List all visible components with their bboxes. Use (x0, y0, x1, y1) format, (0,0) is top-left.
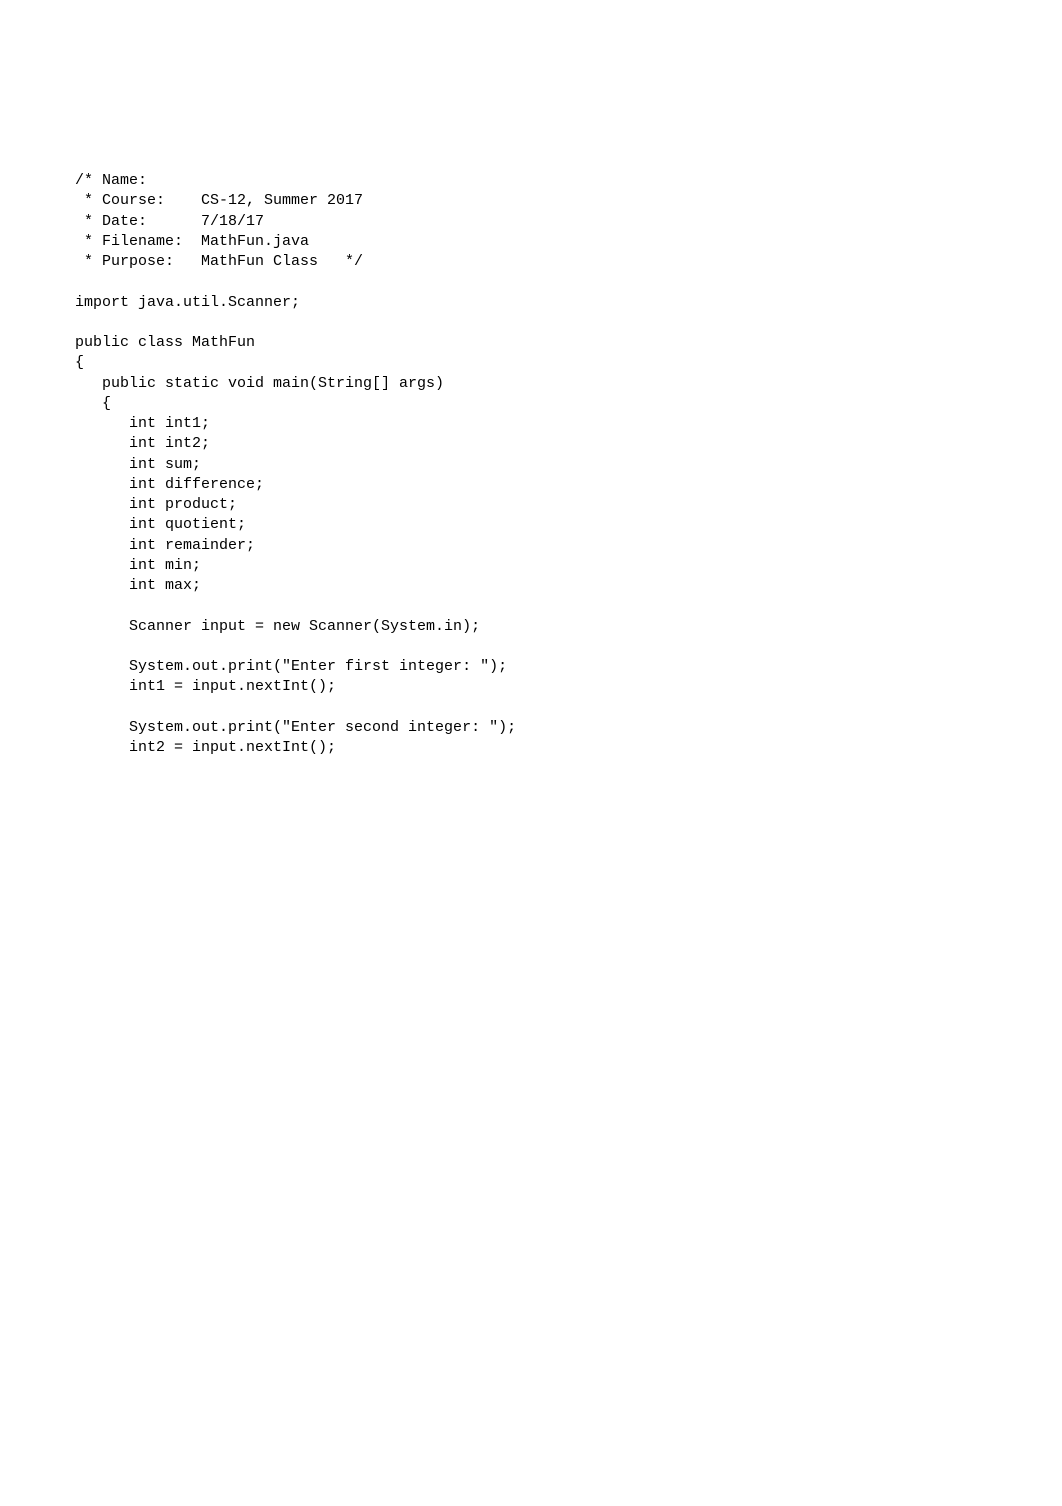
code-listing: /* Name: * Course: CS-12, Summer 2017 * … (75, 171, 987, 758)
